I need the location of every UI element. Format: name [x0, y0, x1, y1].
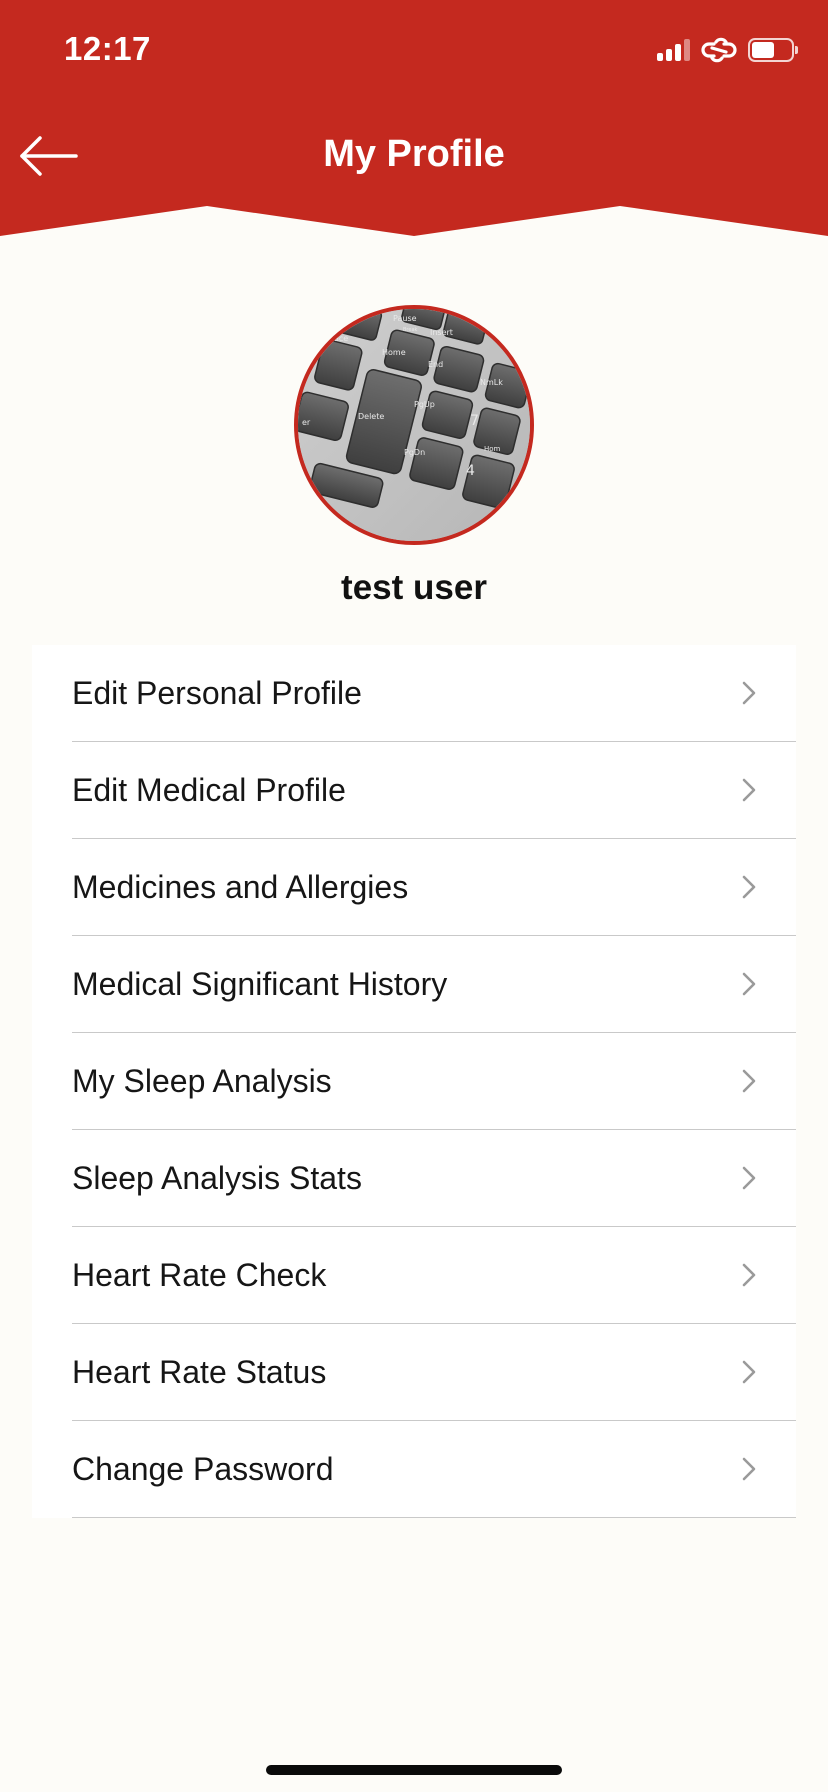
chevron-right-icon: [742, 681, 756, 705]
menu-item-my-sleep-analysis[interactable]: My Sleep Analysis: [32, 1033, 796, 1130]
key-label-nmlk: NmLk: [480, 378, 503, 387]
menu-item-label: Edit Medical Profile: [72, 772, 346, 808]
chevron-right-icon: [742, 1457, 756, 1481]
page-title: My Profile: [323, 133, 505, 175]
header: 12:17 My Profile: [0, 0, 828, 240]
menu-item-label: Edit Personal Profile: [72, 675, 362, 711]
signal-icon: [657, 39, 690, 61]
menu-item-edit-personal-profile[interactable]: Edit Personal Profile: [32, 645, 796, 742]
chevron-right-icon: [742, 972, 756, 996]
battery-icon: [748, 38, 798, 62]
key-label-home: Home: [382, 348, 406, 357]
profile-screen: 12:17 My Profile Pause Break Insert ace …: [0, 0, 828, 1792]
key-label-hom: Hom: [484, 445, 501, 453]
menu-item-change-password[interactable]: Change Password: [32, 1421, 796, 1518]
status-icons: [657, 34, 798, 66]
menu-item-label: Change Password: [72, 1451, 334, 1487]
menu-item-sleep-analysis-stats[interactable]: Sleep Analysis Stats: [32, 1130, 796, 1227]
menu-item-medicines-and-allergies[interactable]: Medicines and Allergies: [32, 839, 796, 936]
chevron-right-icon: [742, 875, 756, 899]
key-label-er: er: [302, 418, 311, 427]
chevron-right-icon: [742, 1069, 756, 1093]
chevron-right-icon: [742, 1263, 756, 1287]
menu-item-label: Medicines and Allergies: [72, 869, 409, 905]
menu-item-label: Heart Rate Check: [72, 1257, 327, 1293]
chevron-right-icon: [742, 1360, 756, 1384]
key-label-pgdn: PgDn: [404, 448, 425, 457]
avatar[interactable]: Pause Break Insert ace Home End NmLk Del…: [294, 305, 534, 545]
chevron-right-icon: [742, 778, 756, 802]
menu-item-medical-significant-history[interactable]: Medical Significant History: [32, 936, 796, 1033]
key-label-delete: Delete: [358, 412, 384, 421]
chevron-right-icon: [742, 1166, 756, 1190]
link-icon: [701, 37, 737, 63]
key-label-pgup: PgUp: [414, 400, 435, 409]
key-label-pause: Pause: [393, 314, 417, 323]
key-label-seven: 7: [470, 413, 479, 429]
profile-name: test user: [341, 568, 487, 607]
menu-item-label: Heart Rate Status: [72, 1354, 327, 1390]
menu-item-heart-rate-status[interactable]: Heart Rate Status: [32, 1324, 796, 1421]
menu-item-label: Medical Significant History: [72, 966, 448, 1002]
avatar-photo: Pause Break Insert ace Home End NmLk Del…: [298, 309, 530, 541]
menu-item-label: Sleep Analysis Stats: [72, 1160, 362, 1196]
key-label-end: End: [428, 360, 443, 369]
menu-item-edit-medical-profile[interactable]: Edit Medical Profile: [32, 742, 796, 839]
home-indicator[interactable]: [266, 1765, 562, 1775]
menu-item-label: My Sleep Analysis: [72, 1063, 332, 1099]
key-label-break: Break: [403, 327, 418, 333]
status-time: 12:17: [64, 30, 151, 67]
profile-menu: Edit Personal Profile Edit Medical Profi…: [32, 645, 796, 1518]
key-label-four: 4: [466, 463, 475, 479]
menu-item-heart-rate-check[interactable]: Heart Rate Check: [32, 1227, 796, 1324]
key-label-insert: Insert: [430, 328, 453, 337]
key-label-space: ace: [334, 334, 348, 343]
